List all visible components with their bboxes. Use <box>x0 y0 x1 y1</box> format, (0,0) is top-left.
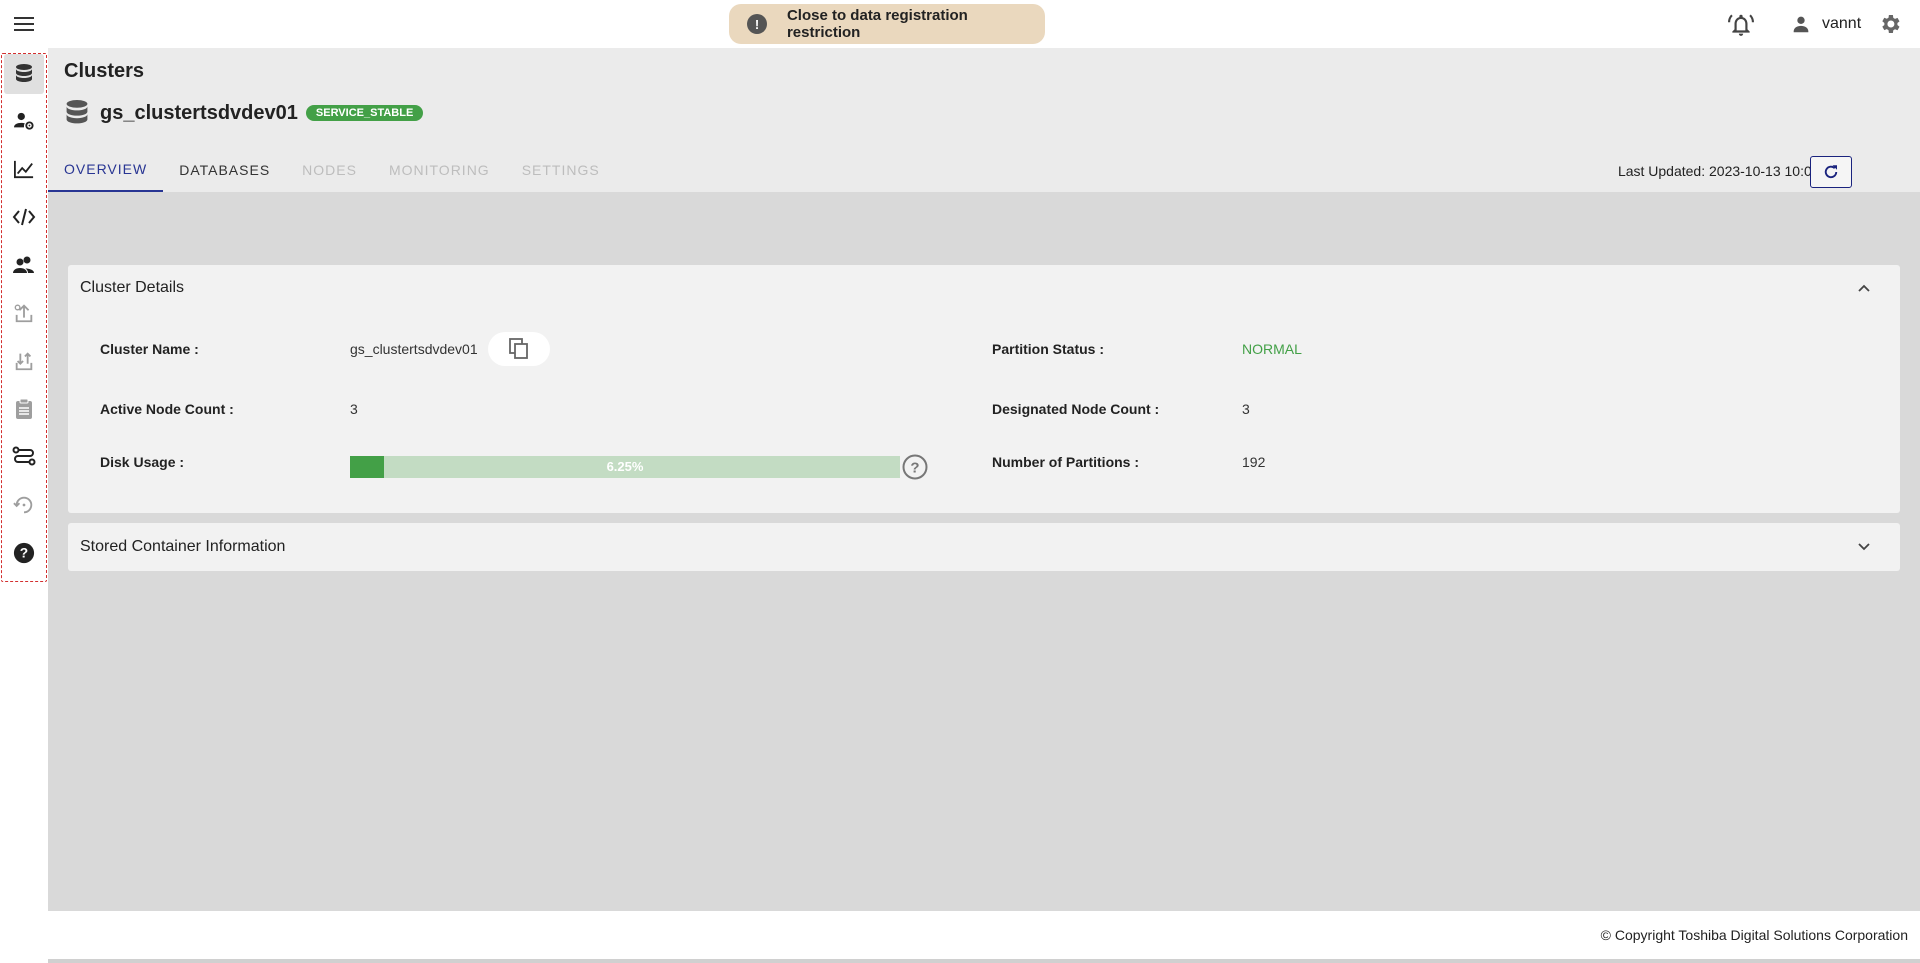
svg-text:?: ? <box>910 460 919 477</box>
cluster-details-panel: Cluster Details <box>68 265 1900 513</box>
footer-divider <box>48 959 1920 963</box>
copyright-text: © Copyright Toshiba Digital Solutions Co… <box>1600 927 1908 943</box>
sidebar-item-sql[interactable] <box>4 197 44 237</box>
routes-icon <box>12 446 36 466</box>
refresh-button[interactable] <box>1810 156 1852 188</box>
footer: © Copyright Toshiba Digital Solutions Co… <box>48 911 1920 959</box>
number-of-partitions-value: 192 <box>1242 454 1266 470</box>
stored-container-title: Stored Container Information <box>80 538 286 555</box>
sidebar-item-logs[interactable] <box>4 389 44 429</box>
username: vannt <box>1822 15 1862 32</box>
cluster-name-value: gs_clustertsdvdev01 <box>350 341 478 357</box>
svg-text:?: ? <box>20 546 28 561</box>
bell-alert-icon[interactable] <box>1728 12 1754 38</box>
database-icon <box>66 100 88 124</box>
alert-icon: ! <box>747 14 767 34</box>
help-icon: ? <box>13 542 35 564</box>
active-node-count-value: 3 <box>350 401 358 417</box>
status-badge: SERVICE_STABLE <box>305 105 424 121</box>
stored-container-header[interactable]: Stored Container Information <box>68 523 1900 571</box>
tab-nodes[interactable]: NODES <box>286 148 373 192</box>
designated-node-count-value: 3 <box>1242 401 1250 417</box>
users-icon <box>13 256 34 273</box>
code-icon <box>12 208 36 226</box>
partition-status-label: Partition Status : <box>992 341 1105 357</box>
stored-container-panel: Stored Container Information <box>68 523 1900 571</box>
user-menu[interactable]: vannt <box>1790 12 1861 36</box>
page-title: Clusters <box>64 60 145 82</box>
export-icon <box>14 304 33 323</box>
cluster-details-header[interactable]: Cluster Details <box>68 265 1900 311</box>
tab-monitoring[interactable]: MONITORING <box>373 148 506 192</box>
last-updated: Last Updated: 2023-10-13 10:04:00 <box>1617 163 1839 179</box>
gear-icon[interactable] <box>1878 12 1902 36</box>
active-node-count-label: Active Node Count : <box>100 401 234 417</box>
database-icon <box>16 64 32 82</box>
chevron-up-icon <box>1858 284 1870 292</box>
chevron-down-icon <box>1858 543 1870 551</box>
sidebar-item-clusters[interactable] <box>4 54 44 94</box>
cluster-name-label: Cluster Name : <box>100 341 199 357</box>
help-circle-icon[interactable]: ? <box>902 454 928 480</box>
sidebar-item-user-settings[interactable] <box>4 101 44 141</box>
top-bar: ! Close to data registration restriction… <box>0 0 1920 48</box>
history-icon <box>13 496 33 514</box>
tab-databases[interactable]: DATABASES <box>163 148 286 192</box>
copy-button[interactable] <box>488 332 550 366</box>
number-of-partitions-label: Number of Partitions : <box>992 454 1140 470</box>
tab-overview[interactable]: OVERVIEW <box>48 148 164 192</box>
designated-node-count-label: Designated Node Count : <box>992 401 1160 417</box>
sidebar-item-routes[interactable] <box>4 437 44 477</box>
refresh-icon <box>1824 165 1838 179</box>
menu-icon[interactable] <box>12 12 36 36</box>
sidebar-item-export[interactable] <box>4 293 44 333</box>
cluster-details-title: Cluster Details <box>80 279 185 296</box>
disk-usage-bar: 6.25% <box>350 456 900 478</box>
import-icon <box>15 352 33 371</box>
user-settings-icon <box>14 112 34 130</box>
chart-line-icon <box>13 160 34 179</box>
data-restriction-warning: ! Close to data registration restriction <box>729 4 1045 44</box>
warning-text: Close to data registration restriction <box>786 7 968 41</box>
sidebar-item-import[interactable] <box>4 341 44 381</box>
partition-status-value: NORMAL <box>1242 341 1302 357</box>
copy-icon <box>509 338 528 359</box>
disk-usage-percent: 6.25% <box>606 459 644 474</box>
cluster-title-row: gs_clustertsdvdev01 SERVICE_STABLE <box>64 98 424 128</box>
account-icon <box>1793 16 1809 33</box>
sidebar-item-help[interactable]: ? <box>4 533 44 573</box>
sidebar-item-history[interactable] <box>4 485 44 525</box>
disk-usage-label: Disk Usage : <box>100 454 185 470</box>
sidebar-item-users[interactable] <box>4 245 44 285</box>
sidebar-item-monitoring[interactable] <box>4 149 44 189</box>
tab-settings[interactable]: SETTINGS <box>506 148 616 192</box>
cluster-tabs: OVERVIEW DATABASES NODES MONITORING SETT… <box>48 148 616 192</box>
cluster-name: gs_clustertsdvdev01 <box>100 101 298 124</box>
clipboard-icon <box>16 398 32 419</box>
